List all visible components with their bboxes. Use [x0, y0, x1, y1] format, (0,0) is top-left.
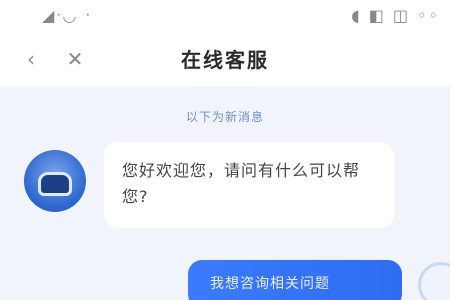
- timestamp: 以下为新消息: [185, 110, 264, 124]
- status-bar: ◢ᐧ◡ ᐧ ◖ ◧ ◫ ◦◦: [0, 0, 450, 34]
- user-avatar: [418, 262, 450, 300]
- page-title: 在线客服: [181, 48, 269, 72]
- chat-screen: ◢ᐧ◡ ᐧ ◖ ◧ ◫ ◦◦ ‹ ✕ 在线客服 以下为新消息 您好欢迎您，请问有…: [0, 0, 450, 300]
- status-right-icons: ◖ ◧ ◫ ◦◦: [351, 6, 440, 25]
- chat-area: 以下为新消息 您好欢迎您，请问有什么可以帮您? 我想咨询相关问题: [0, 86, 450, 300]
- status-left-icons: ◢ᐧ◡ ᐧ: [42, 6, 92, 25]
- user-message-bubble: 我想咨询相关问题: [188, 260, 402, 300]
- bot-message-bubble: 您好欢迎您，请问有什么可以帮您?: [104, 142, 394, 228]
- bot-avatar: [24, 150, 86, 212]
- bot-avatar-icon: [38, 172, 72, 196]
- header: ‹ ✕ 在线客服: [0, 34, 450, 86]
